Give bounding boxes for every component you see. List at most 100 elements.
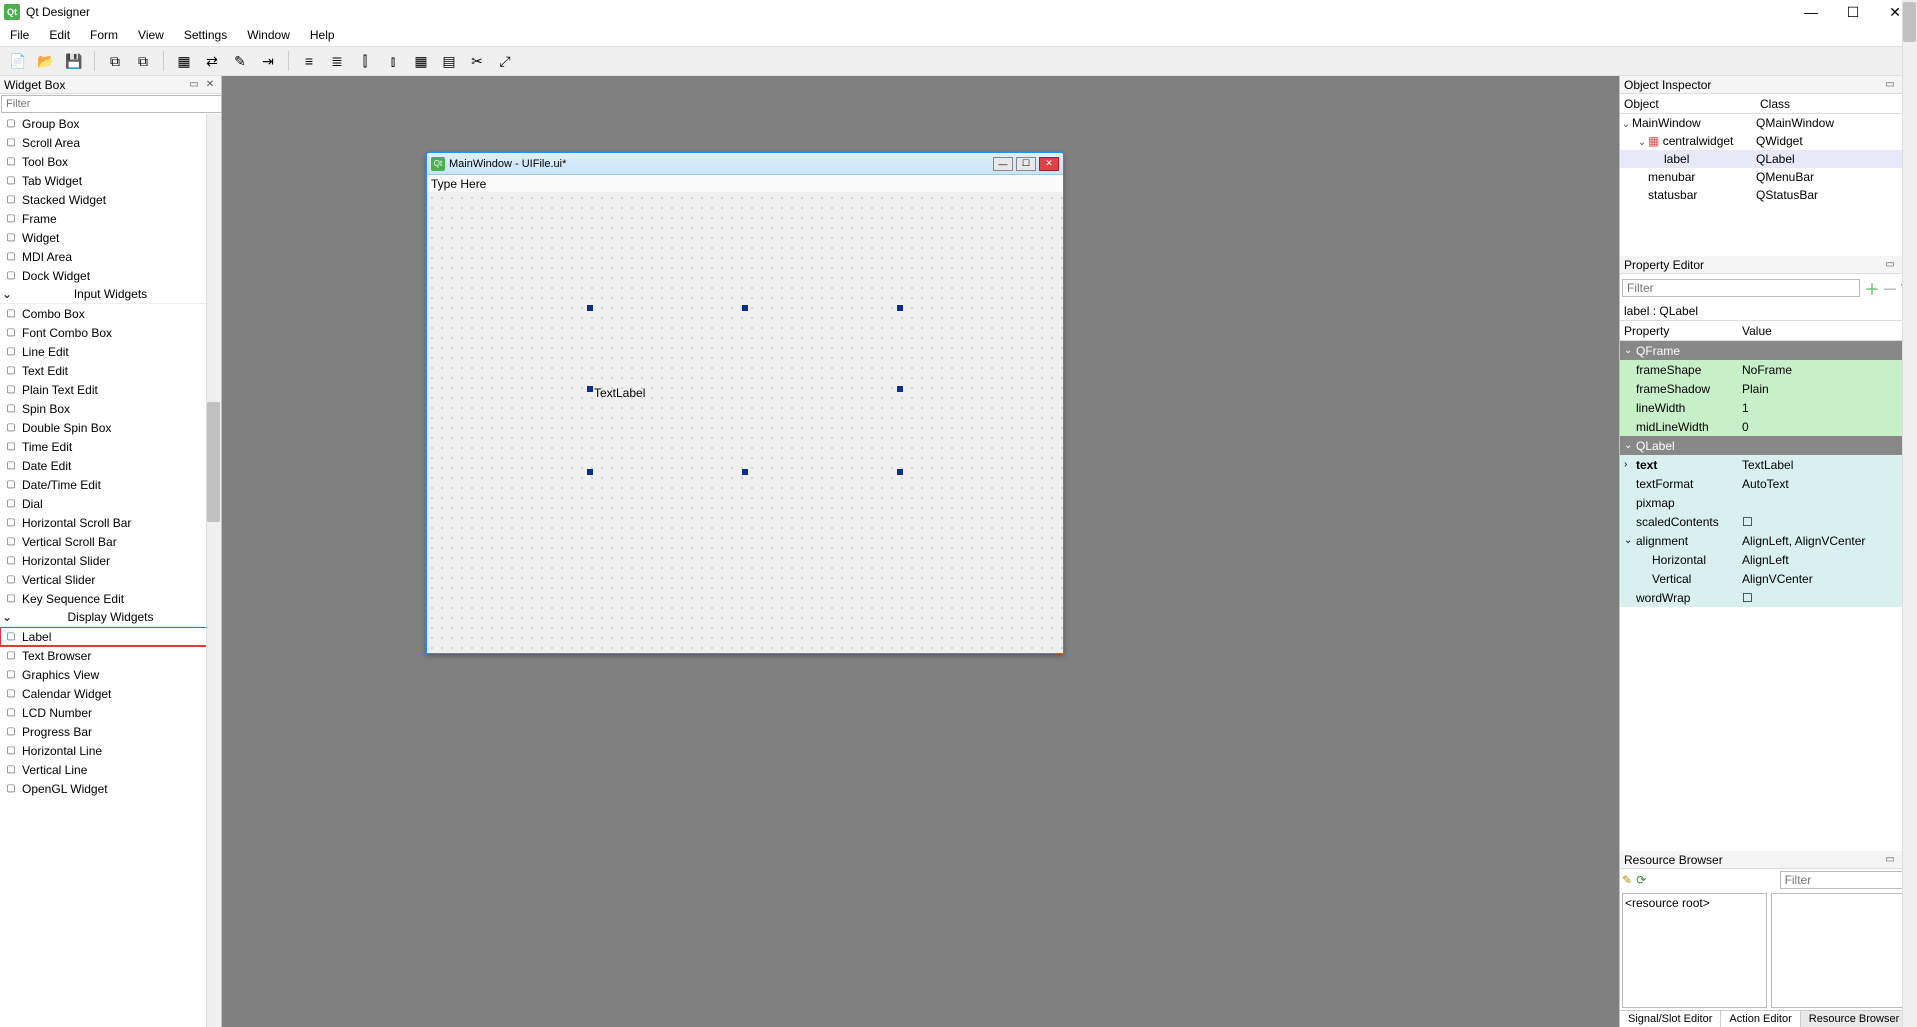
oi-col-object[interactable]: Object [1620,97,1756,111]
property-row[interactable]: frameShapeNoFrame [1620,360,1917,379]
toolbar-layoutform-icon[interactable]: ▤ [437,49,461,73]
menu-form[interactable]: Form [88,26,120,44]
edit-resource-icon[interactable]: ✎ [1622,873,1632,887]
widgetbox-item[interactable]: ▢Vertical Slider [0,570,221,589]
resize-handle-w[interactable] [587,386,593,392]
toolbar-editsignals-icon[interactable]: ⇄ [200,49,224,73]
property-value[interactable]: AlignLeft, AlignVCenter [1738,534,1917,548]
resize-handle-se[interactable] [897,469,903,475]
widgetbox-item[interactable]: ▢Double Spin Box [0,418,221,437]
form-maximize-icon[interactable]: ☐ [1016,157,1036,171]
menu-settings[interactable]: Settings [182,26,229,44]
toolbar-edittabs-icon[interactable]: ⇥ [256,49,280,73]
property-value[interactable]: AutoText [1738,477,1917,491]
widgetbox-category[interactable]: ⌄Display Widgets [0,608,221,627]
form-menu-placeholder[interactable]: Type Here [431,177,486,191]
oi-row[interactable]: labelQLabel [1620,150,1917,168]
resource-filter-input[interactable] [1780,871,1915,889]
expand-icon[interactable]: › [1620,459,1632,470]
property-columns[interactable]: Property Value [1620,321,1917,341]
oi-row[interactable]: ⌄▦ centralwidgetQWidget [1620,132,1917,150]
toolbar-layouth-icon[interactable]: ≡ [297,49,321,73]
widgetbox-item[interactable]: ▢Tool Box [0,152,221,171]
property-row[interactable]: textFormatAutoText [1620,474,1917,493]
toolbar-save-icon[interactable]: 💾 [62,49,86,73]
tab-action-editor[interactable]: Action Editor [1721,1011,1800,1027]
reload-resource-icon[interactable]: ⟳ [1636,873,1646,887]
widgetbox-item[interactable]: ▢Vertical Line [0,760,221,779]
widgetbox-item[interactable]: ▢Time Edit [0,437,221,456]
remove-dynamic-property-icon[interactable]: — [1884,281,1896,295]
property-value[interactable]: TextLabel [1738,458,1917,472]
form-close-icon[interactable]: ✕ [1039,157,1059,171]
expand-icon[interactable]: ⌄ [1620,345,1632,356]
menu-window[interactable]: Window [245,26,292,44]
widgetbox-item[interactable]: ▢Calendar Widget [0,684,221,703]
widgetbox-item[interactable]: ▢Text Edit [0,361,221,380]
resize-handle-ne[interactable] [897,305,903,311]
widgetbox-item[interactable]: ▢Combo Box [0,304,221,323]
property-value[interactable]: ☐ [1738,591,1917,605]
form-body[interactable]: TextLabel [427,193,1063,653]
property-value[interactable]: 1 [1738,401,1917,415]
widgetbox-item[interactable]: ▢Progress Bar [0,722,221,741]
resize-handle-sw[interactable] [587,469,593,475]
close-panel-icon[interactable]: ✕ [203,79,217,90]
property-row[interactable]: midLineWidth0 [1620,417,1917,436]
toolbar-editbuddies-icon[interactable]: ✎ [228,49,252,73]
widgetbox-item[interactable]: ▢LCD Number [0,703,221,722]
property-scrollbar[interactable] [1902,341,1917,851]
property-row[interactable]: ⌄alignmentAlignLeft, AlignVCenter [1620,531,1917,550]
canvas-area[interactable]: Qt MainWindow - UIFile.ui* — ☐ ✕ Type He… [222,76,1619,1027]
property-row[interactable]: ⌄QLabel [1620,436,1917,455]
expand-icon[interactable]: ⌄ [1620,440,1632,451]
menu-edit[interactable]: Edit [47,26,72,44]
widgetbox-item[interactable]: ▢Line Edit [0,342,221,361]
oi-columns[interactable]: Object Class [1620,94,1917,114]
float-panel-icon[interactable]: ▭ [1883,854,1897,865]
chevron-down-icon[interactable]: ⌄ [2,287,12,301]
resize-handle-s[interactable] [742,469,748,475]
toolbar-sendback-icon[interactable]: ⧉ [103,49,127,73]
oi-row[interactable]: menubarQMenuBar [1620,168,1917,186]
property-row[interactable]: frameShadowPlain [1620,379,1917,398]
property-rows[interactable]: ⌄QFrameframeShapeNoFrameframeShadowPlain… [1620,341,1917,851]
property-row[interactable]: lineWidth1 [1620,398,1917,417]
widgetbox-item[interactable]: ▢Text Browser [0,646,221,665]
toolbar-new-icon[interactable]: 📄 [6,49,30,73]
widgetbox-category[interactable]: ⌄Input Widgets [0,285,221,304]
widgetbox-item[interactable]: ▢Widget [0,228,221,247]
maximize-button[interactable]: ☐ [1841,4,1865,21]
widgetbox-scrollbar-thumb[interactable] [207,402,220,522]
widgetbox-item[interactable]: ▢Date/Time Edit [0,475,221,494]
widgetbox-item[interactable]: ▢Stacked Widget [0,190,221,209]
menu-file[interactable]: File [8,26,31,44]
pe-col-property[interactable]: Property [1620,324,1738,338]
widgetbox-item[interactable]: ▢Spin Box [0,399,221,418]
property-row[interactable]: ›textTextLabel [1620,455,1917,474]
widgetbox-item[interactable]: ▢Key Sequence Edit [0,589,221,608]
resource-preview-pane[interactable] [1771,893,1916,1008]
widgetbox-item[interactable]: ▢Group Box [0,114,221,133]
property-row[interactable]: HorizontalAlignLeft [1620,550,1917,569]
expand-icon[interactable]: ⌄ [1620,535,1632,546]
widgetbox-item[interactable]: ▢Frame [0,209,221,228]
toolbar-editwidgets-icon[interactable]: ▦ [172,49,196,73]
menu-help[interactable]: Help [308,26,337,44]
float-panel-icon[interactable]: ▭ [1883,259,1897,270]
resource-tree-pane[interactable]: <resource root> [1622,893,1767,1008]
widgetbox-item[interactable]: ▢Plain Text Edit [0,380,221,399]
widgetbox-item[interactable]: ▢Dial [0,494,221,513]
form-menubar[interactable]: Type Here [427,175,1063,193]
object-inspector-body[interactable]: Object Class ⌄MainWindowQMainWindow⌄▦ ce… [1620,94,1917,256]
toolbar-layoutv-icon[interactable]: ≣ [325,49,349,73]
resize-handle-n[interactable] [742,305,748,311]
oi-row[interactable]: statusbarQStatusBar [1620,186,1917,204]
selected-label-widget[interactable]: TextLabel [590,308,900,472]
oi-col-class[interactable]: Class [1756,97,1917,111]
tab-resource-browser[interactable]: Resource Browser [1801,1011,1908,1027]
resize-handle-e[interactable] [897,386,903,392]
widgetbox-item[interactable]: ▢Date Edit [0,456,221,475]
property-row[interactable]: wordWrap☐ [1620,588,1917,607]
expand-icon[interactable]: ⌄ [1620,119,1632,130]
